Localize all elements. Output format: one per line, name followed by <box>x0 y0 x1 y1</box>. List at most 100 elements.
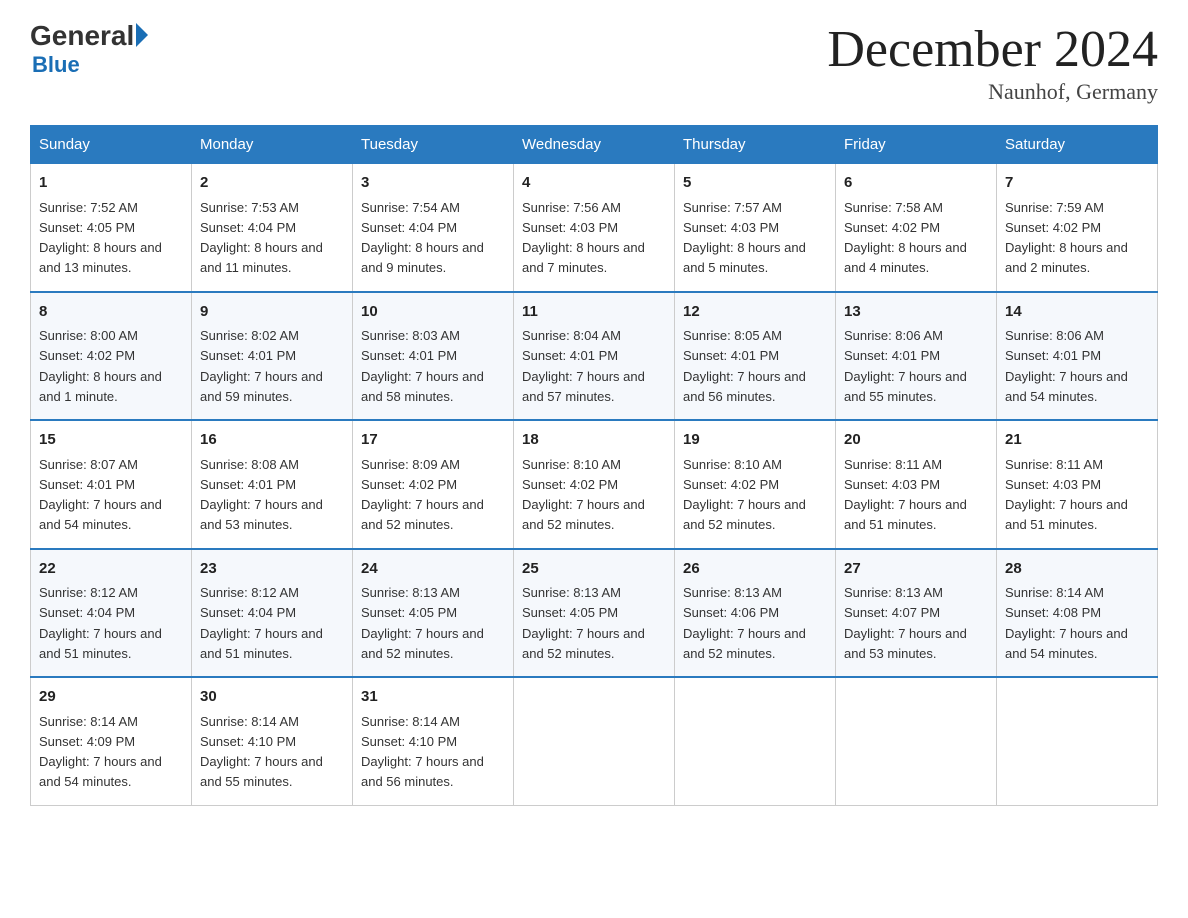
calendar-cell <box>836 677 997 805</box>
calendar-cell: 29 Sunrise: 8:14 AMSunset: 4:09 PMDaylig… <box>31 677 192 805</box>
calendar-week-row: 8 Sunrise: 8:00 AMSunset: 4:02 PMDayligh… <box>31 292 1158 421</box>
calendar-cell <box>675 677 836 805</box>
day-number: 24 <box>361 558 505 581</box>
calendar-cell: 22 Sunrise: 8:12 AMSunset: 4:04 PMDaylig… <box>31 549 192 678</box>
day-info: Sunrise: 8:12 AMSunset: 4:04 PMDaylight:… <box>39 585 162 661</box>
day-info: Sunrise: 8:13 AMSunset: 4:05 PMDaylight:… <box>522 585 645 661</box>
day-info: Sunrise: 8:06 AMSunset: 4:01 PMDaylight:… <box>1005 328 1128 404</box>
calendar-cell: 9 Sunrise: 8:02 AMSunset: 4:01 PMDayligh… <box>192 292 353 421</box>
logo: General Blue <box>30 20 148 78</box>
day-info: Sunrise: 8:03 AMSunset: 4:01 PMDaylight:… <box>361 328 484 404</box>
day-number: 16 <box>200 429 344 452</box>
weekday-header-saturday: Saturday <box>997 126 1158 164</box>
day-number: 29 <box>39 686 183 709</box>
day-number: 25 <box>522 558 666 581</box>
day-info: Sunrise: 7:52 AMSunset: 4:05 PMDaylight:… <box>39 200 162 276</box>
calendar-cell: 28 Sunrise: 8:14 AMSunset: 4:08 PMDaylig… <box>997 549 1158 678</box>
weekday-header-wednesday: Wednesday <box>514 126 675 164</box>
weekday-header-sunday: Sunday <box>31 126 192 164</box>
day-info: Sunrise: 8:06 AMSunset: 4:01 PMDaylight:… <box>844 328 967 404</box>
day-info: Sunrise: 7:57 AMSunset: 4:03 PMDaylight:… <box>683 200 806 276</box>
day-number: 17 <box>361 429 505 452</box>
calendar-cell: 1 Sunrise: 7:52 AMSunset: 4:05 PMDayligh… <box>31 164 192 292</box>
day-number: 1 <box>39 172 183 195</box>
calendar-week-row: 1 Sunrise: 7:52 AMSunset: 4:05 PMDayligh… <box>31 164 1158 292</box>
calendar-cell: 10 Sunrise: 8:03 AMSunset: 4:01 PMDaylig… <box>353 292 514 421</box>
day-number: 12 <box>683 301 827 324</box>
calendar-cell: 15 Sunrise: 8:07 AMSunset: 4:01 PMDaylig… <box>31 420 192 549</box>
day-info: Sunrise: 8:05 AMSunset: 4:01 PMDaylight:… <box>683 328 806 404</box>
calendar-cell: 3 Sunrise: 7:54 AMSunset: 4:04 PMDayligh… <box>353 164 514 292</box>
day-number: 15 <box>39 429 183 452</box>
day-info: Sunrise: 8:14 AMSunset: 4:09 PMDaylight:… <box>39 714 162 790</box>
day-info: Sunrise: 8:00 AMSunset: 4:02 PMDaylight:… <box>39 328 162 404</box>
calendar-cell: 11 Sunrise: 8:04 AMSunset: 4:01 PMDaylig… <box>514 292 675 421</box>
day-number: 2 <box>200 172 344 195</box>
day-info: Sunrise: 8:13 AMSunset: 4:07 PMDaylight:… <box>844 585 967 661</box>
day-number: 22 <box>39 558 183 581</box>
calendar-cell: 24 Sunrise: 8:13 AMSunset: 4:05 PMDaylig… <box>353 549 514 678</box>
day-number: 28 <box>1005 558 1149 581</box>
calendar-cell: 6 Sunrise: 7:58 AMSunset: 4:02 PMDayligh… <box>836 164 997 292</box>
calendar-week-row: 15 Sunrise: 8:07 AMSunset: 4:01 PMDaylig… <box>31 420 1158 549</box>
day-info: Sunrise: 8:11 AMSunset: 4:03 PMDaylight:… <box>1005 457 1128 533</box>
weekday-header-row: SundayMondayTuesdayWednesdayThursdayFrid… <box>31 126 1158 164</box>
calendar-cell: 31 Sunrise: 8:14 AMSunset: 4:10 PMDaylig… <box>353 677 514 805</box>
calendar-cell: 2 Sunrise: 7:53 AMSunset: 4:04 PMDayligh… <box>192 164 353 292</box>
day-number: 20 <box>844 429 988 452</box>
day-info: Sunrise: 7:54 AMSunset: 4:04 PMDaylight:… <box>361 200 484 276</box>
day-number: 27 <box>844 558 988 581</box>
calendar-cell <box>514 677 675 805</box>
calendar-cell: 8 Sunrise: 8:00 AMSunset: 4:02 PMDayligh… <box>31 292 192 421</box>
day-info: Sunrise: 8:13 AMSunset: 4:06 PMDaylight:… <box>683 585 806 661</box>
day-info: Sunrise: 8:09 AMSunset: 4:02 PMDaylight:… <box>361 457 484 533</box>
day-number: 11 <box>522 301 666 324</box>
calendar-week-row: 22 Sunrise: 8:12 AMSunset: 4:04 PMDaylig… <box>31 549 1158 678</box>
calendar-cell: 23 Sunrise: 8:12 AMSunset: 4:04 PMDaylig… <box>192 549 353 678</box>
page-header: General Blue December 2024 Naunhof, Germ… <box>30 20 1158 105</box>
day-number: 7 <box>1005 172 1149 195</box>
day-info: Sunrise: 8:07 AMSunset: 4:01 PMDaylight:… <box>39 457 162 533</box>
day-number: 10 <box>361 301 505 324</box>
day-number: 30 <box>200 686 344 709</box>
day-number: 3 <box>361 172 505 195</box>
day-info: Sunrise: 8:02 AMSunset: 4:01 PMDaylight:… <box>200 328 323 404</box>
day-number: 14 <box>1005 301 1149 324</box>
calendar-cell: 5 Sunrise: 7:57 AMSunset: 4:03 PMDayligh… <box>675 164 836 292</box>
calendar-cell: 20 Sunrise: 8:11 AMSunset: 4:03 PMDaylig… <box>836 420 997 549</box>
calendar-cell: 14 Sunrise: 8:06 AMSunset: 4:01 PMDaylig… <box>997 292 1158 421</box>
title-section: December 2024 Naunhof, Germany <box>827 20 1158 105</box>
day-number: 8 <box>39 301 183 324</box>
day-number: 6 <box>844 172 988 195</box>
day-info: Sunrise: 8:10 AMSunset: 4:02 PMDaylight:… <box>522 457 645 533</box>
logo-general: General <box>30 20 134 52</box>
calendar-cell: 4 Sunrise: 7:56 AMSunset: 4:03 PMDayligh… <box>514 164 675 292</box>
calendar-cell: 27 Sunrise: 8:13 AMSunset: 4:07 PMDaylig… <box>836 549 997 678</box>
day-info: Sunrise: 8:08 AMSunset: 4:01 PMDaylight:… <box>200 457 323 533</box>
weekday-header-tuesday: Tuesday <box>353 126 514 164</box>
day-number: 21 <box>1005 429 1149 452</box>
day-info: Sunrise: 7:53 AMSunset: 4:04 PMDaylight:… <box>200 200 323 276</box>
day-number: 26 <box>683 558 827 581</box>
calendar-cell: 26 Sunrise: 8:13 AMSunset: 4:06 PMDaylig… <box>675 549 836 678</box>
weekday-header-monday: Monday <box>192 126 353 164</box>
day-number: 23 <box>200 558 344 581</box>
logo-blue-text: Blue <box>32 52 148 78</box>
month-title: December 2024 <box>827 20 1158 79</box>
calendar-cell: 21 Sunrise: 8:11 AMSunset: 4:03 PMDaylig… <box>997 420 1158 549</box>
calendar-table: SundayMondayTuesdayWednesdayThursdayFrid… <box>30 125 1158 806</box>
day-info: Sunrise: 8:13 AMSunset: 4:05 PMDaylight:… <box>361 585 484 661</box>
weekday-header-thursday: Thursday <box>675 126 836 164</box>
calendar-cell: 18 Sunrise: 8:10 AMSunset: 4:02 PMDaylig… <box>514 420 675 549</box>
day-info: Sunrise: 8:10 AMSunset: 4:02 PMDaylight:… <box>683 457 806 533</box>
day-number: 4 <box>522 172 666 195</box>
calendar-cell: 16 Sunrise: 8:08 AMSunset: 4:01 PMDaylig… <box>192 420 353 549</box>
day-number: 18 <box>522 429 666 452</box>
logo-arrow-icon <box>136 23 148 47</box>
calendar-cell: 25 Sunrise: 8:13 AMSunset: 4:05 PMDaylig… <box>514 549 675 678</box>
day-number: 19 <box>683 429 827 452</box>
day-info: Sunrise: 7:56 AMSunset: 4:03 PMDaylight:… <box>522 200 645 276</box>
day-number: 9 <box>200 301 344 324</box>
location-title: Naunhof, Germany <box>827 79 1158 105</box>
day-number: 5 <box>683 172 827 195</box>
